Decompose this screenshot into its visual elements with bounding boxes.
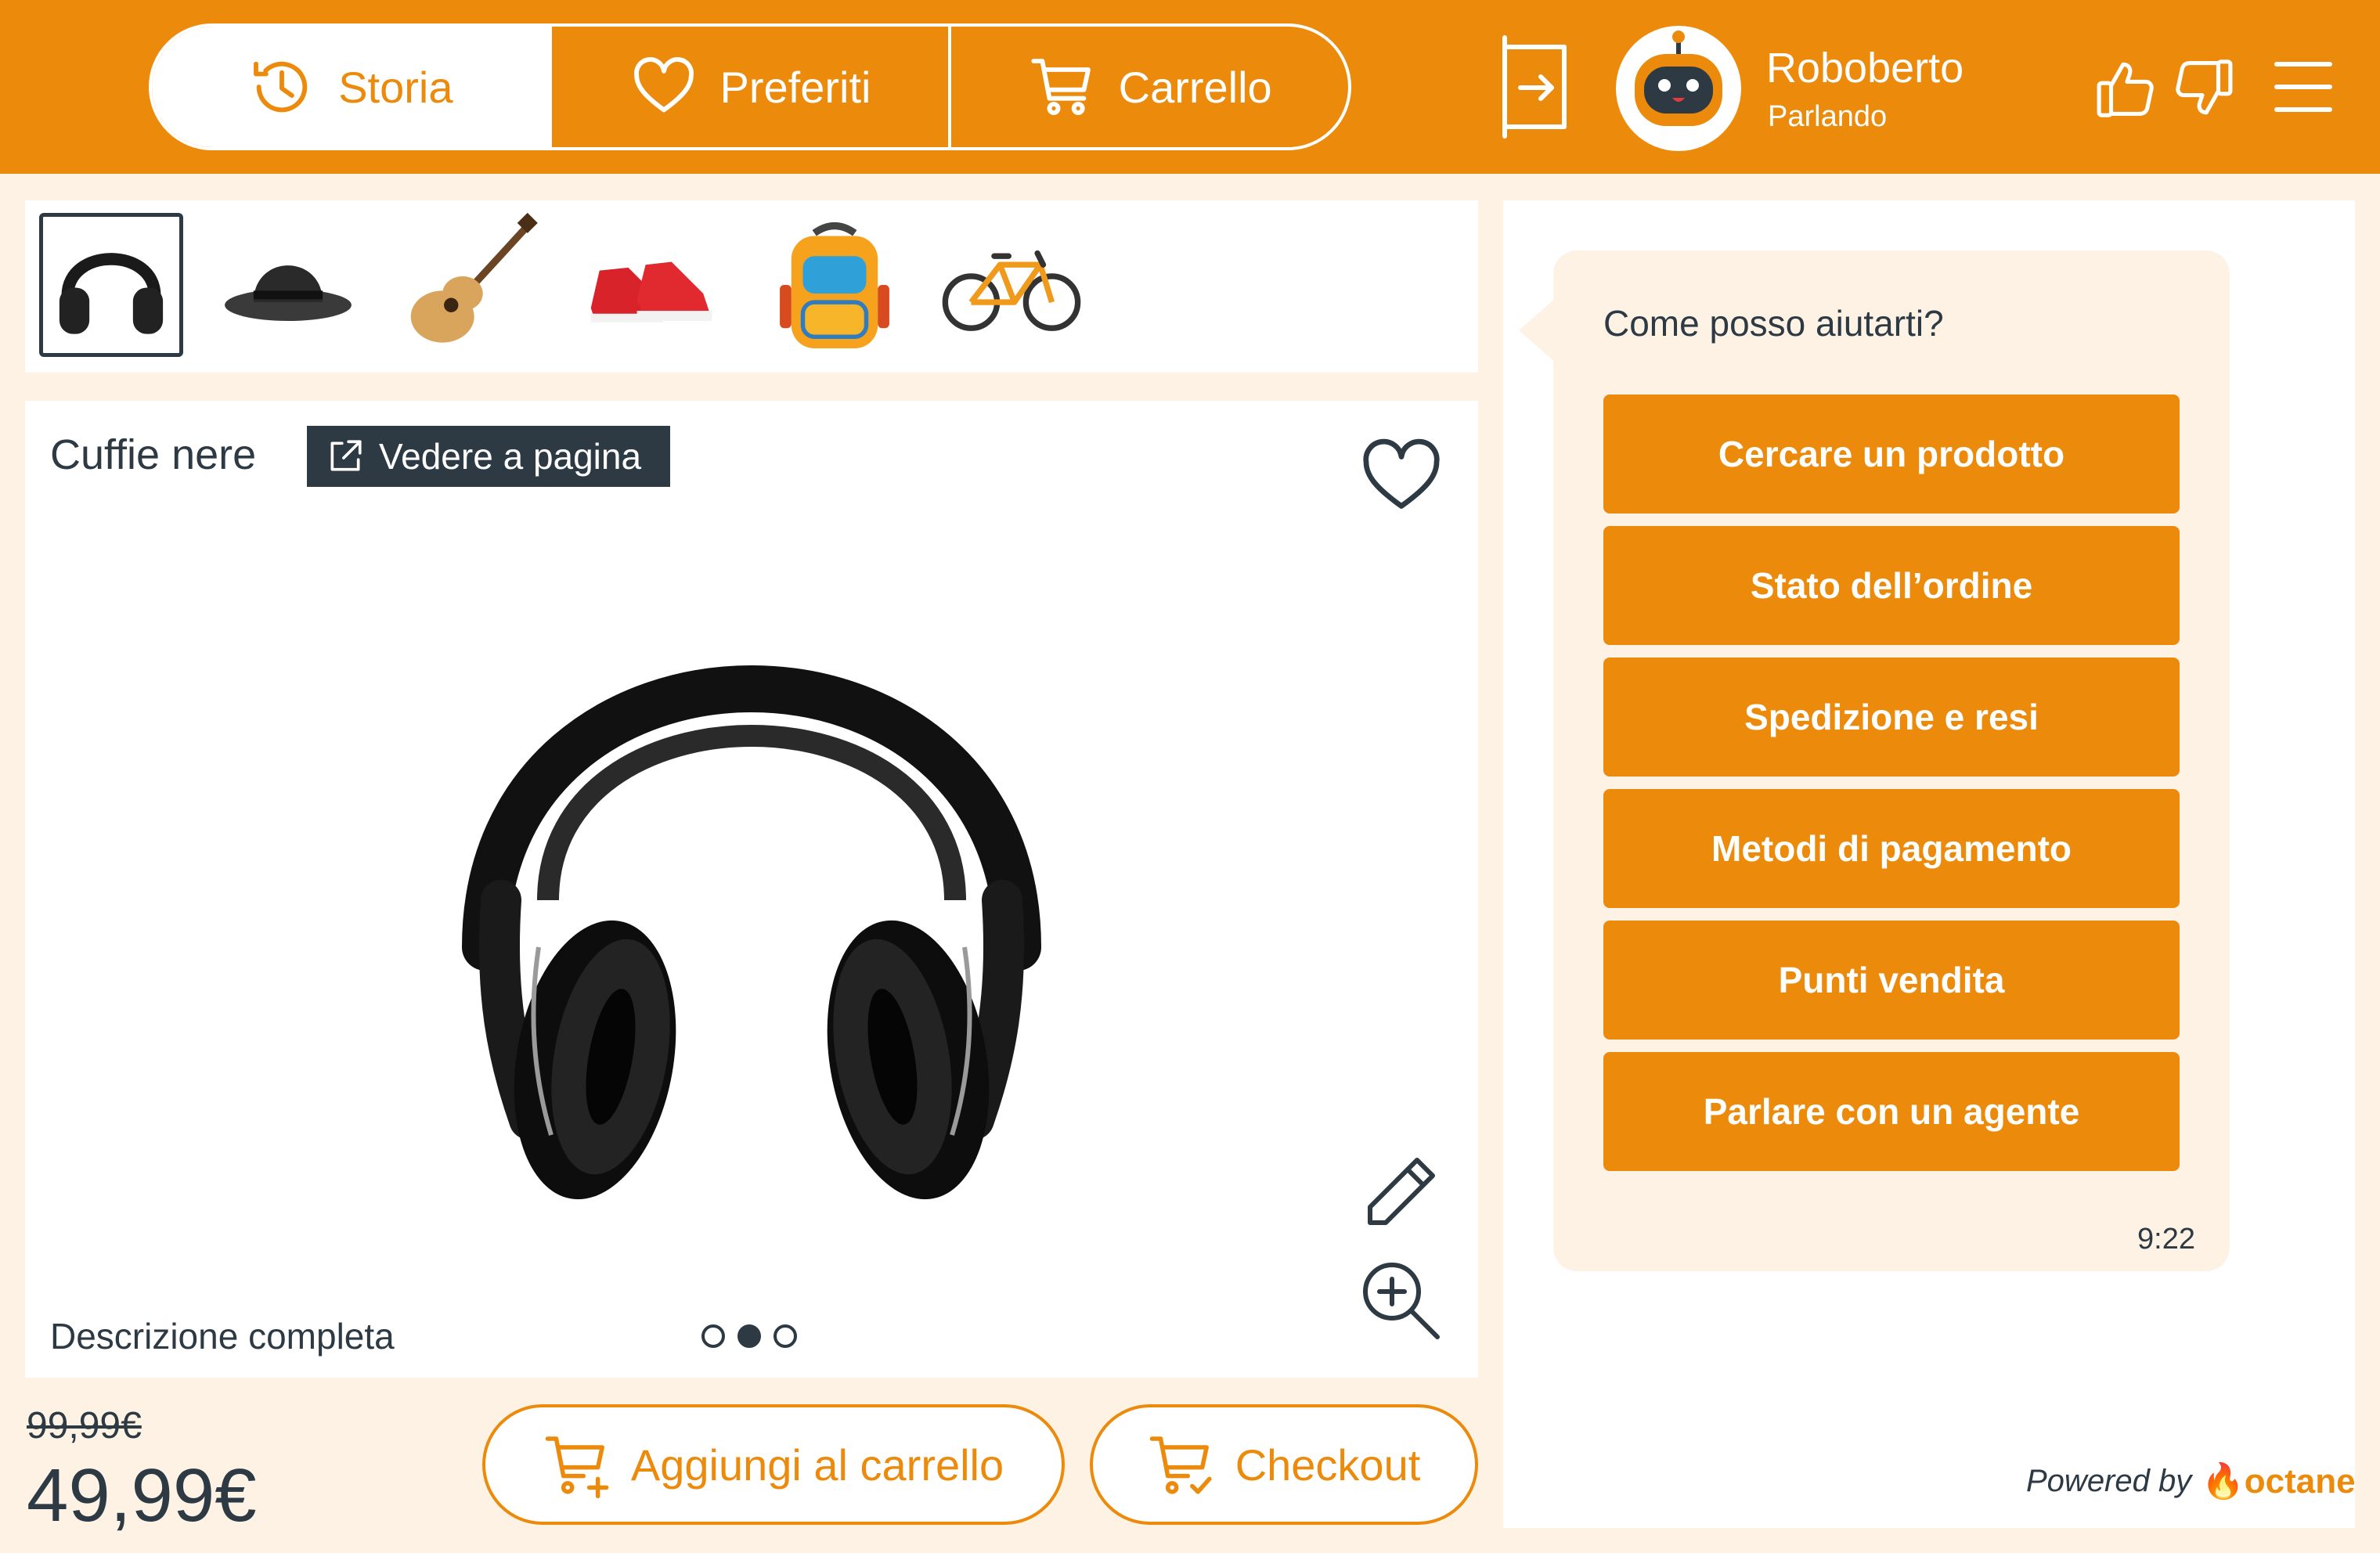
thumb-guitar[interactable] (399, 212, 543, 357)
pencil-icon[interactable] (1361, 1154, 1439, 1232)
thumb-bowler-hat[interactable] (216, 213, 360, 357)
option-talk-agent[interactable]: Parlare con un agente (1603, 1052, 2180, 1171)
thumb-sneakers[interactable] (579, 213, 723, 357)
option-shipping-returns[interactable]: Spedizione e resi (1603, 658, 2180, 776)
thumbs-up-icon[interactable] (2095, 56, 2159, 121)
view-page-label: Vedere a pagina (379, 436, 642, 477)
carousel-dot[interactable] (774, 1324, 797, 1348)
heart-icon (633, 57, 694, 113)
tab-storia[interactable]: Storia (152, 27, 549, 147)
option-search-product[interactable]: Cercare un prodotto (1603, 395, 2180, 513)
view-page-button[interactable]: Vedere a pagina (307, 426, 670, 487)
bicycle-icon (942, 250, 1081, 331)
thumb-headphones[interactable] (39, 213, 183, 357)
tab-label: Storia (338, 62, 453, 112)
product-image (462, 665, 1041, 1200)
add-to-cart-button[interactable]: Aggiungi al carrello (482, 1404, 1065, 1525)
carousel-dots (701, 1324, 797, 1348)
history-icon (254, 61, 308, 113)
cart-icon (1031, 59, 1091, 115)
chat-greeting: Come posso aiutarti? (1603, 303, 1944, 344)
option-payment-methods[interactable]: Metodi di pagamento (1603, 789, 2180, 908)
tab-preferiti[interactable]: Preferiti (548, 27, 949, 147)
brand-logo: 🔥octane (2202, 1461, 2356, 1501)
product-title: Cuffie nere (50, 431, 257, 478)
flame-icon: 🔥 (2202, 1462, 2245, 1501)
description-link[interactable]: Descrizione completa (50, 1315, 395, 1357)
avatar (1616, 26, 1741, 151)
tab-bar: Storia Preferiti Carrello (149, 23, 1351, 150)
thumb-backpack[interactable] (763, 213, 907, 357)
message-time: 9:22 (2137, 1223, 2195, 1256)
tab-carrello[interactable]: Carrello (948, 27, 1348, 147)
brand-name: octane (2244, 1462, 2356, 1501)
checkout-label: Checkout (1235, 1439, 1421, 1490)
zoom-in-icon[interactable] (1359, 1259, 1442, 1342)
option-stores[interactable]: Punti vendita (1603, 921, 2180, 1040)
guitar-icon (410, 212, 538, 343)
backpack-icon (780, 222, 889, 348)
bowler-hat-icon (225, 265, 352, 321)
robot-icon (1635, 31, 1722, 126)
heart-icon[interactable] (1359, 435, 1444, 513)
exit-icon[interactable] (1502, 34, 1569, 139)
old-price: 99,99€ (27, 1405, 142, 1447)
tab-label: Carrello (1118, 62, 1272, 112)
carousel-dot[interactable] (701, 1324, 725, 1348)
add-to-cart-label: Aggiungi al carrello (630, 1439, 1004, 1490)
thumb-bicycle[interactable] (939, 213, 1084, 357)
sneakers-icon (590, 261, 712, 322)
menu-icon[interactable] (2274, 59, 2333, 114)
external-link-icon (330, 440, 362, 471)
bot-name: Roboberto (1766, 45, 1964, 92)
headphones-icon (59, 253, 164, 334)
tab-label: Preferiti (719, 62, 871, 112)
product-strip (25, 200, 1478, 373)
powered-by-label: Powered by (2026, 1464, 2192, 1498)
cart-check-icon (1149, 1436, 1212, 1494)
bubble-tail (1519, 297, 1556, 363)
bot-status: Parlando (1768, 100, 1888, 133)
checkout-button[interactable]: Checkout (1090, 1404, 1478, 1525)
cart-add-icon (545, 1436, 609, 1499)
current-price: 49,99€ (27, 1454, 257, 1537)
thumbs-down-icon[interactable] (2170, 56, 2234, 121)
carousel-dot-active[interactable] (737, 1324, 761, 1348)
option-order-status[interactable]: Stato dell’ordine (1603, 526, 2180, 645)
